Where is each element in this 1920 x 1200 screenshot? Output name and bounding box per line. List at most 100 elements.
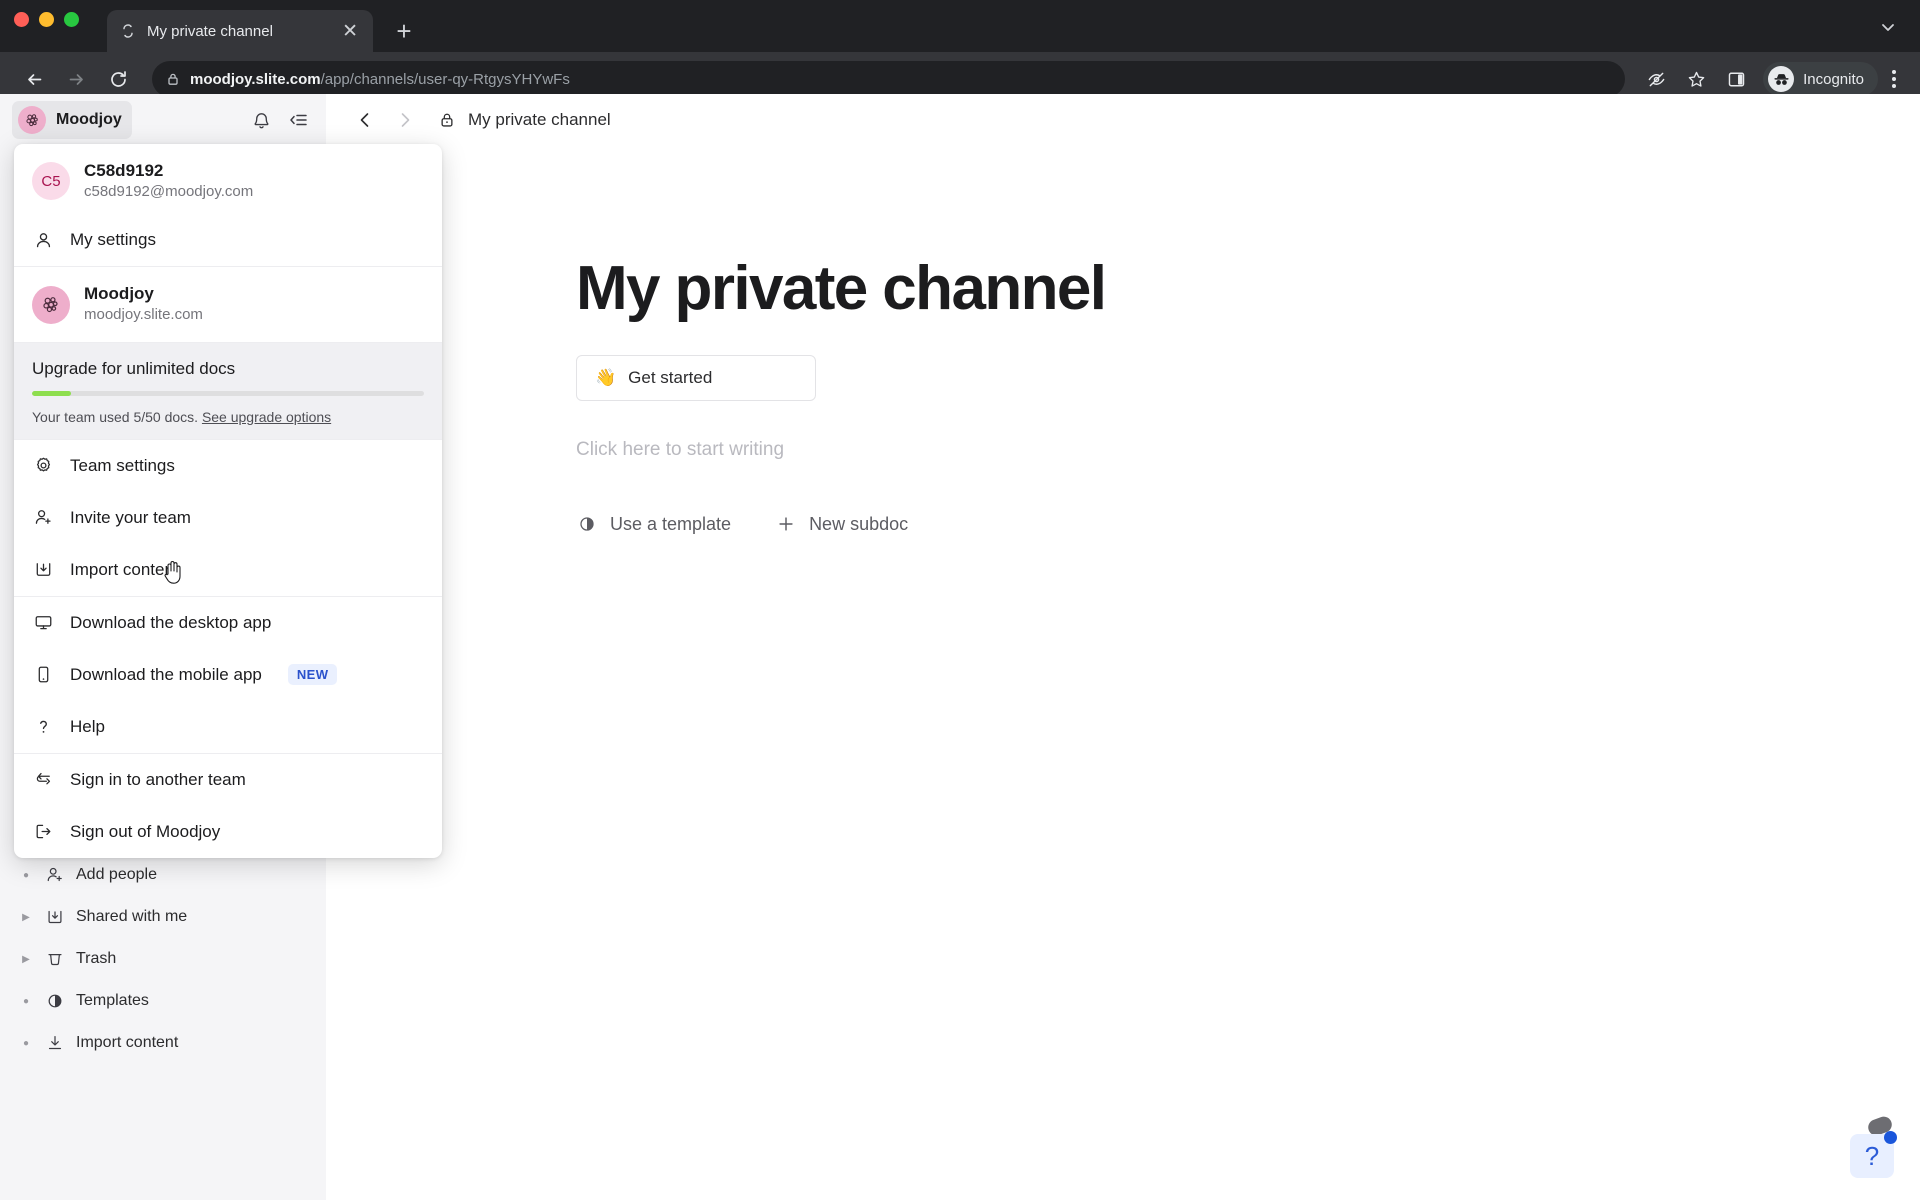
- menu-item-help[interactable]: Help: [14, 701, 442, 753]
- get-started-card[interactable]: 👋 Get started: [576, 355, 816, 402]
- doc-action-label: New subdoc: [809, 513, 909, 534]
- doc-action-row: Use a template New subdoc: [576, 513, 1426, 535]
- star-icon[interactable]: [1679, 62, 1713, 96]
- plus-icon: [775, 513, 797, 535]
- browser-tab[interactable]: My private channel ✕: [107, 10, 373, 52]
- add-person-icon: [44, 864, 66, 886]
- trash-icon: [44, 948, 66, 970]
- document-body: My private channel 👋 Get started Click h…: [326, 146, 1426, 535]
- doc-forward-button[interactable]: [392, 107, 418, 133]
- sidebar-item-trash[interactable]: ▶ Trash: [14, 938, 312, 980]
- team-account-dropdown-menu: C5 C58d9192 c58d9192@moodjoy.com My sett…: [14, 144, 442, 858]
- slite-favicon: [119, 22, 137, 40]
- menu-item-download-mobile-app[interactable]: Download the mobile app NEW: [14, 649, 442, 701]
- collapse-sidebar-icon[interactable]: [286, 107, 312, 133]
- address-bar-url: moodjoy.slite.com/app/channels/user-qy-R…: [190, 71, 570, 88]
- profile-incognito-button[interactable]: Incognito: [1763, 62, 1878, 96]
- chevron-down-icon[interactable]: [1878, 17, 1898, 42]
- question-mark-icon: [32, 716, 54, 738]
- team-switcher-button[interactable]: Moodjoy: [12, 101, 132, 139]
- back-button[interactable]: [16, 61, 52, 97]
- sidebar-header-actions: [248, 107, 312, 133]
- menu-item-team-settings[interactable]: Team settings: [14, 440, 442, 492]
- close-tab-button[interactable]: ✕: [339, 19, 361, 44]
- reload-button[interactable]: [100, 61, 136, 97]
- menu-item-label: Import content: [70, 559, 179, 579]
- team-domain: moodjoy.slite.com: [84, 306, 203, 324]
- browser-tab-title: My private channel: [147, 22, 273, 40]
- menu-item-label: Invite your team: [70, 507, 191, 527]
- status-badge: NEW: [287, 664, 338, 686]
- account-email: c58d9192@moodjoy.com: [84, 183, 254, 201]
- doc-back-button[interactable]: [352, 107, 378, 133]
- sidebar-item-add-people[interactable]: ● Add people: [14, 854, 312, 896]
- usage-count-label: Your team used 5/50 docs.: [32, 408, 199, 425]
- bullet-icon: ●: [22, 995, 30, 1007]
- account-name: C58d9192: [84, 161, 164, 180]
- incognito-icon: [1768, 66, 1795, 92]
- sidebar-item-templates[interactable]: ● Templates: [14, 980, 312, 1022]
- menu-item-download-desktop-app[interactable]: Download the desktop app: [14, 597, 442, 649]
- menu-item-label: Team settings: [70, 455, 175, 475]
- close-window-button[interactable]: [14, 11, 29, 27]
- upgrade-title: Upgrade for unlimited docs: [32, 358, 236, 378]
- gear-icon: [32, 455, 54, 477]
- template-icon: [576, 513, 598, 535]
- team-summary[interactable]: Moodjoy moodjoy.slite.com: [14, 267, 442, 341]
- url-path: /app/channels/user-qy-RtgysYHYwFs: [320, 70, 570, 88]
- inbox-download-icon: [32, 559, 54, 581]
- menu-item-label: Help: [70, 716, 105, 736]
- waving-hand-icon: 👋: [595, 368, 617, 388]
- side-panel-icon[interactable]: [1719, 62, 1753, 96]
- maximize-window-button[interactable]: [64, 11, 79, 27]
- mobile-icon: [32, 664, 54, 686]
- main-content: My private channel My private channel 👋 …: [326, 94, 1920, 1200]
- sidebar-item-shared-with-me[interactable]: ▶ Shared with me: [14, 896, 312, 938]
- see-upgrade-options-link[interactable]: See upgrade options: [202, 409, 331, 425]
- inbox-download-icon: [44, 906, 66, 928]
- question-mark-icon[interactable]: ?: [1850, 1131, 1897, 1178]
- help-widget[interactable]: ?: [1850, 1114, 1902, 1186]
- doc-action-label: Use a template: [610, 513, 732, 534]
- bullet-icon: ●: [22, 1037, 30, 1049]
- caret-right-icon[interactable]: ▶: [18, 954, 34, 965]
- editor-placeholder[interactable]: Click here to start writing: [576, 439, 1426, 461]
- use-a-template-button[interactable]: Use a template: [576, 513, 731, 535]
- menu-section-session: Sign in to another team Sign out of Mood…: [14, 754, 442, 858]
- doc-topbar: My private channel: [326, 94, 1920, 146]
- breadcrumb-label: My private channel: [468, 110, 611, 129]
- menu-item-sign-in-another-team[interactable]: Sign in to another team: [14, 754, 442, 806]
- sidebar-item-label: Add people: [76, 866, 157, 883]
- moodjoy-logo-icon: [18, 106, 46, 134]
- url-host: moodjoy.slite.com: [190, 70, 321, 88]
- menu-item-invite-your-team[interactable]: Invite your team: [14, 492, 442, 544]
- upgrade-banner: Upgrade for unlimited docs Your team use…: [14, 342, 442, 440]
- three-dot-menu-icon[interactable]: [1884, 70, 1904, 88]
- bell-icon[interactable]: [248, 107, 274, 133]
- forward-button[interactable]: [58, 61, 94, 97]
- sign-out-icon: [32, 821, 54, 843]
- download-icon: [44, 1032, 66, 1054]
- sidebar-item-import-content[interactable]: ● Import content: [14, 1022, 312, 1064]
- sidebar-nav-list: ● Add people ▶ Shared with me ▶ Trash ● …: [0, 854, 326, 1064]
- app-body: Moodjoy ● Add people ▶ Shared with me ▶ …: [0, 94, 1920, 1200]
- eye-off-icon[interactable]: [1639, 62, 1673, 96]
- add-person-icon: [32, 507, 54, 529]
- docs-usage-progress-fill: [32, 390, 72, 396]
- menu-section-team: Moodjoy moodjoy.slite.com: [14, 267, 442, 343]
- breadcrumb[interactable]: My private channel: [438, 110, 611, 130]
- notification-badge: [1884, 1131, 1897, 1144]
- new-subdoc-button[interactable]: New subdoc: [775, 513, 908, 535]
- lock-icon: [166, 72, 180, 86]
- menu-item-sign-out[interactable]: Sign out of Moodjoy: [14, 806, 442, 858]
- new-tab-button[interactable]: +: [389, 16, 419, 46]
- menu-item-import-content[interactable]: Import content: [14, 544, 442, 596]
- menu-item-my-settings[interactable]: My settings: [14, 214, 442, 266]
- sidebar-header: Moodjoy: [0, 94, 326, 146]
- address-bar[interactable]: moodjoy.slite.com/app/channels/user-qy-R…: [152, 61, 1626, 97]
- menu-section-team-actions: Team settings Invite your team Import co…: [14, 440, 442, 597]
- desktop-icon: [32, 612, 54, 634]
- minimize-window-button[interactable]: [39, 11, 54, 27]
- caret-right-icon[interactable]: ▶: [18, 912, 34, 923]
- menu-item-label: Download the mobile app: [70, 664, 262, 684]
